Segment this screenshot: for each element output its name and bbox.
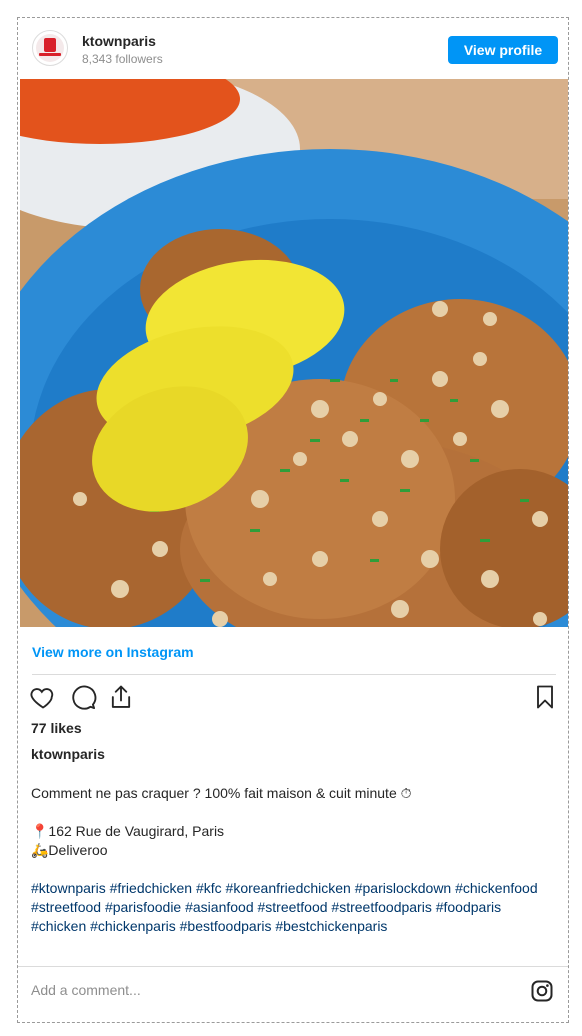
brand-logo-icon — [44, 38, 56, 52]
fried-chicken-photo — [20, 79, 568, 627]
brand-logo-text — [39, 53, 61, 56]
comment-input[interactable]: Add a comment... — [31, 982, 141, 998]
view-profile-button[interactable]: View profile — [448, 36, 558, 64]
view-more-link[interactable]: View more on Instagram — [32, 644, 194, 660]
caption-username[interactable]: ktownparis — [31, 746, 105, 762]
caption-address: 📍162 Rue de Vaugirard, Paris — [31, 823, 225, 839]
caption-line: Comment ne pas craquer ? 100% fait maiso… — [31, 785, 412, 801]
share-icon[interactable] — [107, 683, 135, 711]
post-header: ktownparis 8,343 followers View profile — [18, 18, 568, 78]
bookmark-icon[interactable] — [531, 683, 559, 711]
caption-hashtags[interactable]: #ktownparis #friedchicken #kfc #koreanfr… — [31, 879, 551, 936]
avatar[interactable] — [32, 30, 68, 66]
comment-bar: Add a comment... — [18, 966, 568, 1022]
comment-icon[interactable] — [69, 683, 97, 711]
action-bar — [18, 683, 568, 717]
divider — [32, 674, 556, 675]
post-photo[interactable] — [20, 79, 568, 627]
account-username[interactable]: ktownparis — [82, 33, 156, 49]
instagram-embed: ktownparis 8,343 followers View profile — [17, 17, 569, 1023]
follower-count: 8,343 followers — [82, 52, 163, 66]
heart-icon[interactable] — [29, 683, 57, 711]
instagram-icon[interactable] — [530, 979, 554, 1003]
caption-text: Comment ne pas craquer ? 100% fait maiso… — [31, 784, 551, 936]
caption-delivery: 🛵Deliveroo — [31, 842, 108, 858]
like-count[interactable]: 77 likes — [31, 720, 82, 736]
